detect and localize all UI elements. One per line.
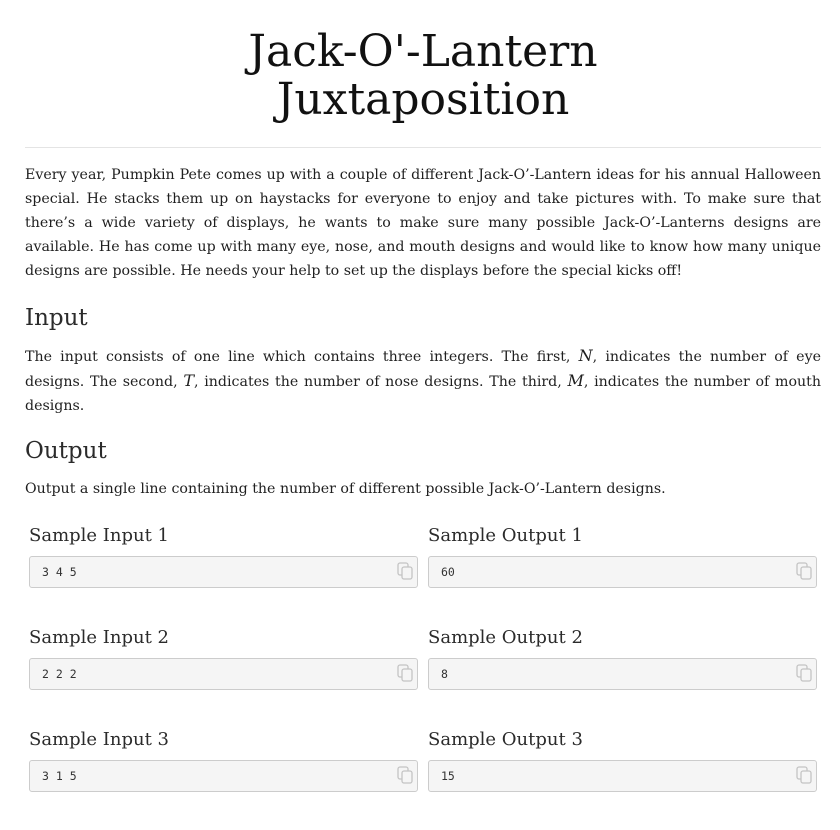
sample-input-value: 2 2 2 — [42, 667, 77, 681]
sample-output-value: 8 — [441, 667, 448, 681]
sample-output-box[interactable]: 15 — [428, 760, 817, 792]
sample-input-box[interactable]: 2 2 2 — [29, 658, 418, 690]
copy-icon[interactable] — [796, 562, 812, 580]
problem-description: Every year, Pumpkin Pete comes up with a… — [25, 167, 821, 279]
title-line-2: Juxtaposition — [276, 74, 570, 125]
copy-icon[interactable] — [397, 562, 413, 580]
sample-row-2: Sample Input 2 2 2 2 Sample Output 2 8 — [25, 626, 821, 690]
title-divider — [25, 147, 821, 148]
sample-output-value: 60 — [441, 565, 455, 579]
output-heading: Output — [25, 438, 107, 464]
sample-input-box[interactable]: 3 1 5 — [29, 760, 418, 792]
sample-output-value: 15 — [441, 769, 455, 783]
copy-icon[interactable] — [796, 664, 812, 682]
sample-input-1: Sample Input 1 3 4 5 — [29, 524, 418, 588]
sample-input-value: 3 1 5 — [42, 769, 77, 783]
page-title: Jack-O'-Lantern Juxtaposition — [25, 28, 821, 124]
sample-output-2: Sample Output 2 8 — [428, 626, 817, 690]
input-text-1: The input consists of one line which con… — [25, 349, 579, 365]
sample-output-label: Sample Output 2 — [428, 627, 583, 648]
sample-output-label: Sample Output 3 — [428, 729, 583, 750]
sample-row-1: Sample Input 1 3 4 5 Sample Output 1 60 — [25, 524, 821, 588]
input-heading: Input — [25, 305, 88, 331]
sample-input-box[interactable]: 3 4 5 — [29, 556, 418, 588]
sample-input-label: Sample Input 2 — [29, 627, 170, 648]
sample-input-label: Sample Input 1 — [29, 525, 170, 546]
copy-icon[interactable] — [397, 766, 413, 784]
input-description: The input consists of one line which con… — [25, 344, 821, 418]
variable-m: M — [567, 371, 584, 390]
sample-output-1: Sample Output 1 60 — [428, 524, 817, 588]
copy-icon[interactable] — [397, 664, 413, 682]
samples-section: Sample Input 1 3 4 5 Sample Output 1 60 … — [25, 524, 821, 792]
copy-icon[interactable] — [796, 766, 812, 784]
sample-output-label: Sample Output 1 — [428, 525, 583, 546]
variable-t: T — [183, 371, 195, 390]
sample-input-3: Sample Input 3 3 1 5 — [29, 728, 418, 792]
sample-output-3: Sample Output 3 15 — [428, 728, 817, 792]
input-text-3: , indicates the number of nose designs. … — [194, 374, 568, 390]
variable-n: N — [578, 346, 593, 365]
output-description: Output a single line containing the numb… — [25, 481, 666, 497]
problem-page: Jack-O'-Lantern Juxtaposition Every year… — [25, 0, 821, 830]
sample-input-2: Sample Input 2 2 2 2 — [29, 626, 418, 690]
sample-output-box[interactable]: 60 — [428, 556, 817, 588]
sample-output-box[interactable]: 8 — [428, 658, 817, 690]
title-line-1: Jack-O'-Lantern — [248, 26, 598, 77]
sample-input-value: 3 4 5 — [42, 565, 77, 579]
sample-input-label: Sample Input 3 — [29, 729, 170, 750]
sample-row-3: Sample Input 3 3 1 5 Sample Output 3 15 — [25, 728, 821, 792]
